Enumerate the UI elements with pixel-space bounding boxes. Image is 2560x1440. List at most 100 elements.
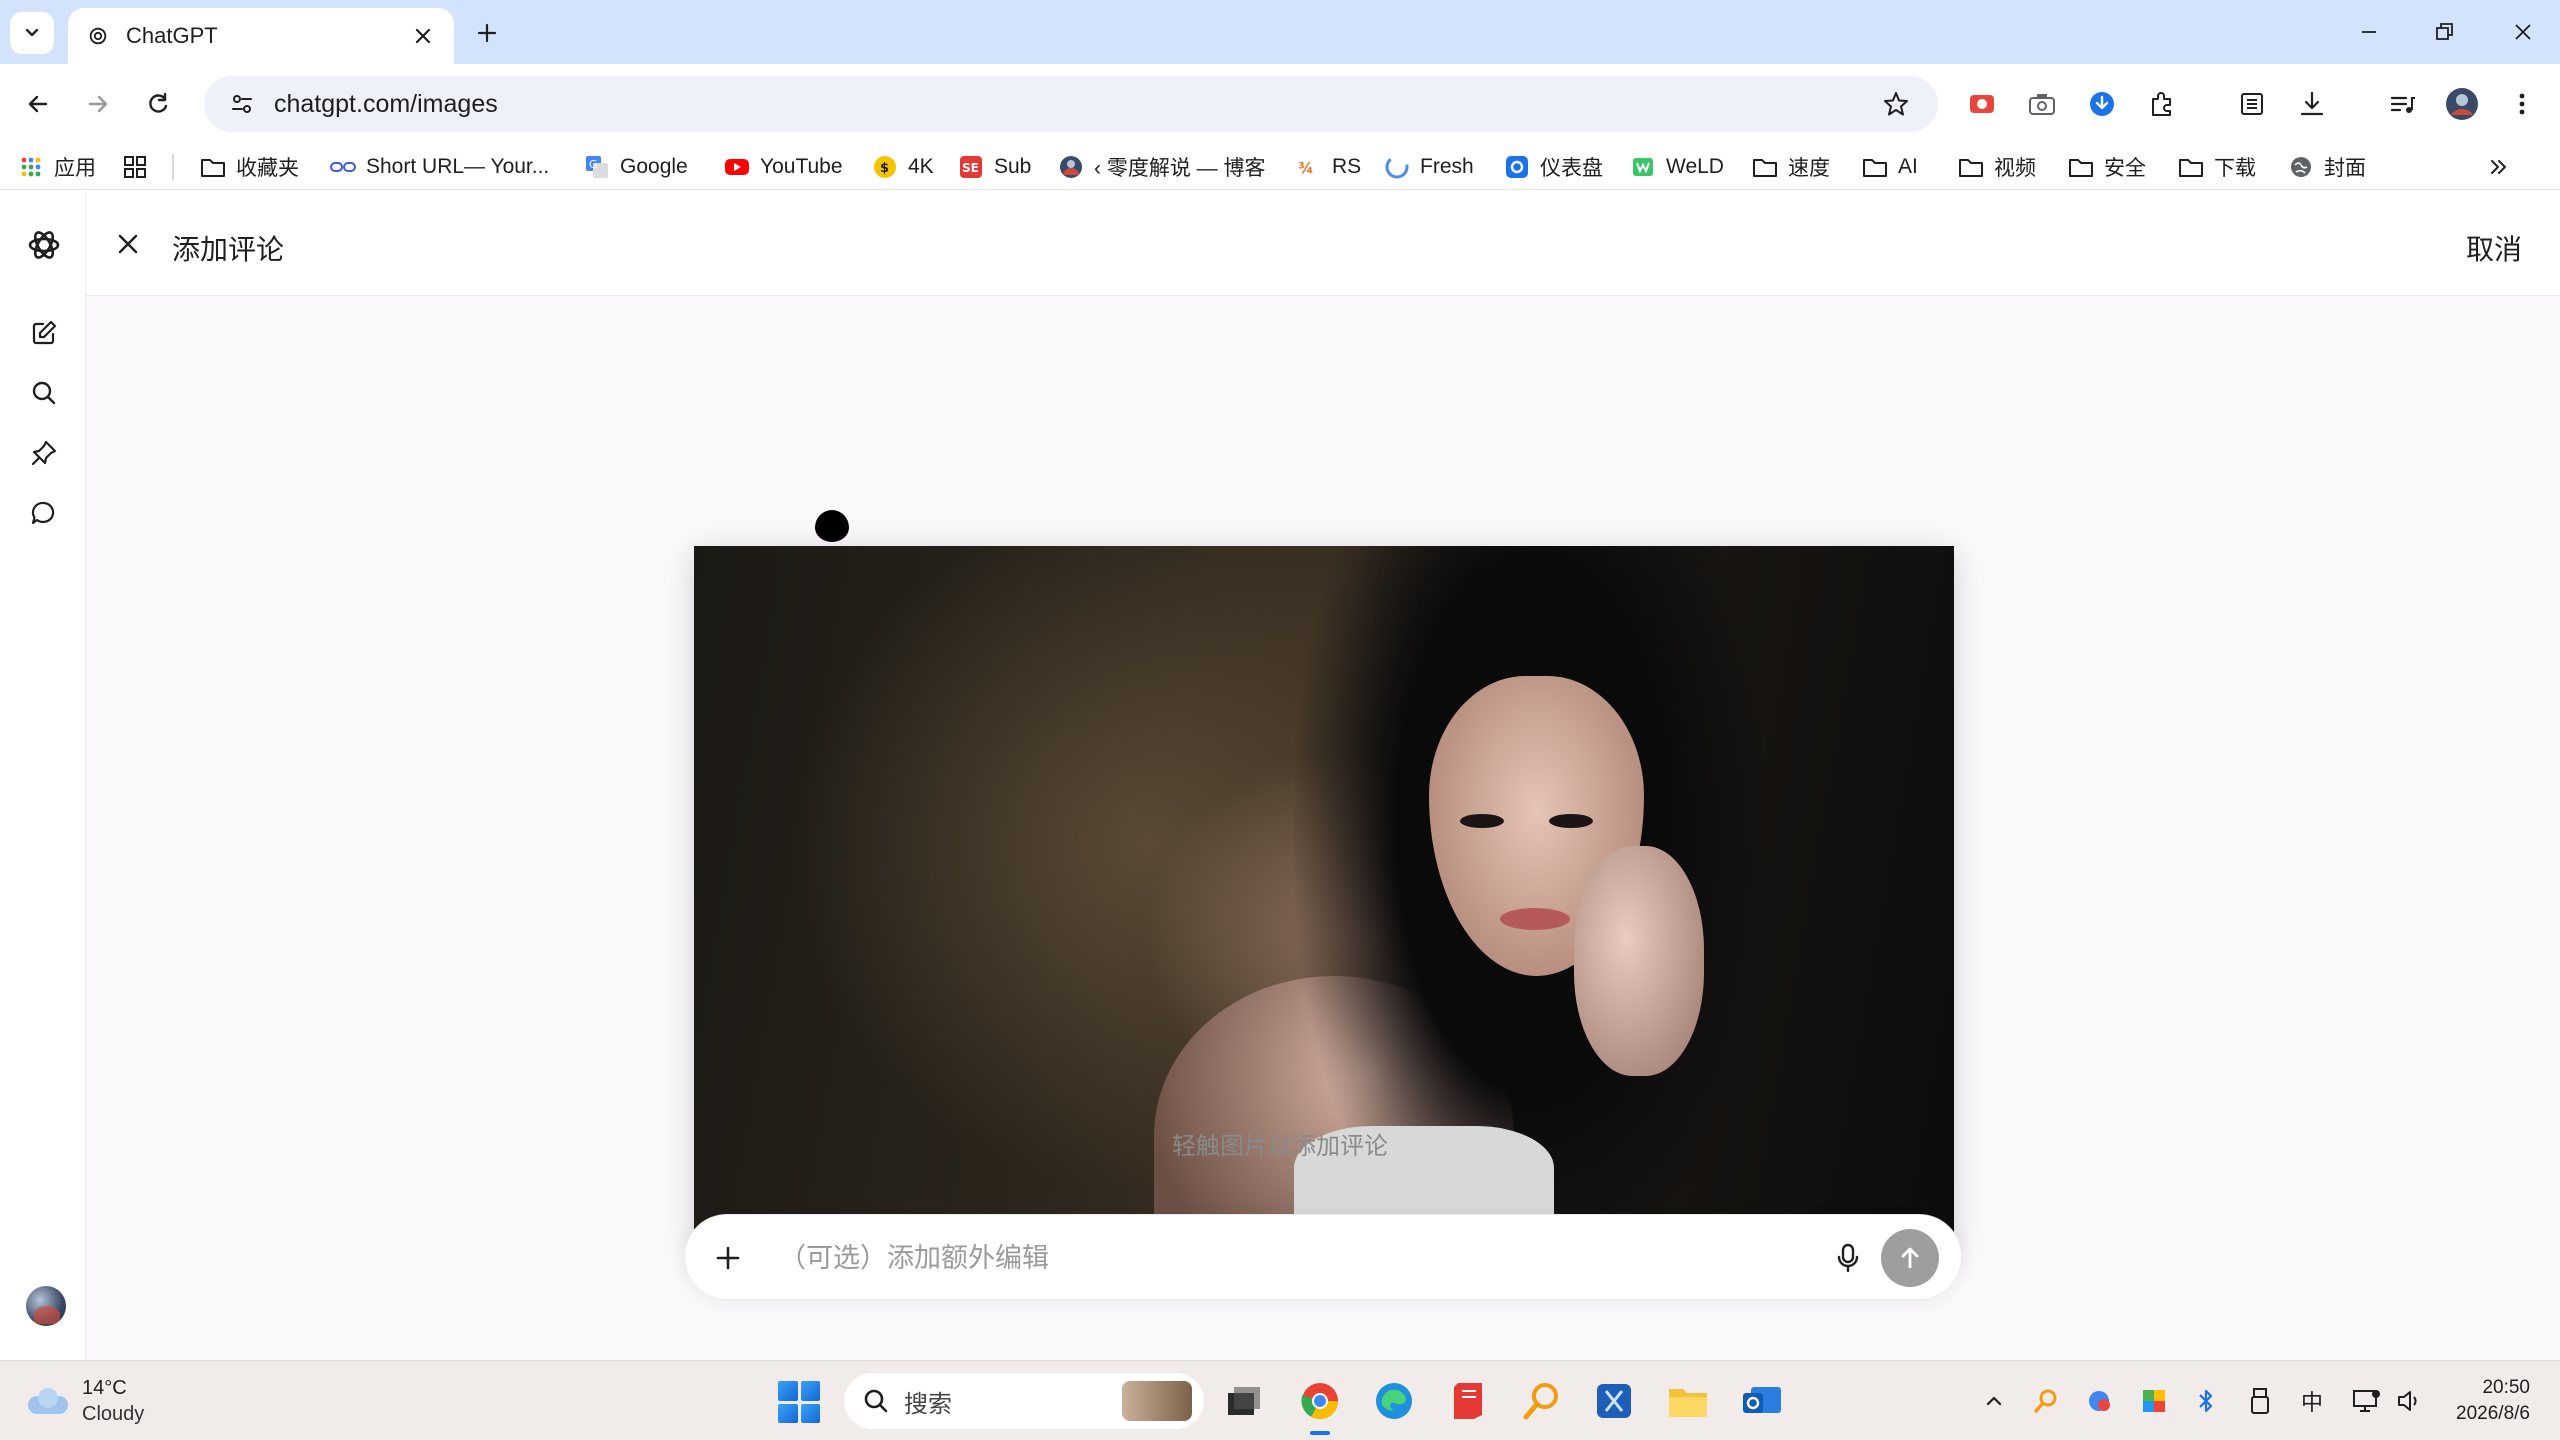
arrow-left-icon — [28, 95, 48, 113]
tray-record-app[interactable] — [2084, 1385, 2116, 1417]
chrome-app[interactable] — [1296, 1377, 1344, 1435]
sidebar — [0, 190, 86, 1360]
bookmark-sub[interactable]: SE Sub — [958, 150, 1031, 184]
download-extension-icon[interactable] — [2082, 84, 2122, 124]
tab-close-icon[interactable] — [408, 21, 438, 51]
search-icon — [864, 1389, 888, 1413]
bookmark-folder-speed[interactable]: 速度 — [1752, 150, 1830, 184]
bluetooth-icon — [2199, 1389, 2213, 1413]
bookmark-rs[interactable]: ¾ RS — [1296, 150, 1361, 184]
extensions-puzzle-icon[interactable] — [2142, 84, 2182, 124]
start-button[interactable] — [778, 1381, 820, 1423]
bookmark-folder-security[interactable]: 安全 — [2068, 150, 2146, 184]
network-button[interactable] — [2350, 1385, 2382, 1417]
bookmark-star-icon[interactable] — [1876, 84, 1916, 124]
bookmark-apps[interactable]: 应用 — [18, 150, 96, 184]
folder-icon — [2068, 154, 2094, 180]
bookmark-youtube[interactable]: YouTube — [724, 150, 843, 184]
usb-device-button[interactable] — [2244, 1385, 2276, 1417]
show-hidden-icons-button[interactable] — [1978, 1385, 2010, 1417]
bookmark-tab-groups[interactable] — [122, 150, 158, 184]
snipping-app[interactable] — [1590, 1377, 1638, 1425]
bookmark-weld[interactable]: WeLD — [1630, 150, 1724, 184]
bluetooth-button[interactable] — [2190, 1385, 2222, 1417]
browser-tab-chatgpt[interactable]: ChatGPT — [68, 8, 454, 64]
site-settings-icon[interactable] — [222, 84, 262, 124]
chatgpt-logo-button[interactable] — [23, 224, 65, 266]
downloads-icon[interactable] — [2292, 84, 2332, 124]
chevron-double-right-icon — [2486, 154, 2512, 180]
bookmark-4k[interactable]: $ 4K — [872, 150, 934, 184]
weather-widget[interactable]: 14°C Cloudy — [24, 1375, 144, 1427]
browser-menu-icon[interactable] — [2502, 84, 2542, 124]
volume-button[interactable] — [2394, 1385, 2426, 1417]
bookmark-blog[interactable]: ‹ 零度解说 — 博客 — [1058, 150, 1266, 184]
taskbar-search[interactable]: 搜索 — [844, 1373, 1204, 1429]
search-chats-button[interactable] — [23, 372, 65, 414]
bookmark-label: AI — [1898, 155, 1918, 178]
bookmark-folder-downloads[interactable]: 下载 — [2178, 150, 2256, 184]
file-explorer-app[interactable] — [1664, 1377, 1712, 1425]
close-editor-button[interactable] — [108, 224, 148, 264]
mail-app[interactable] — [1738, 1377, 1786, 1425]
tab-search-button[interactable] — [10, 12, 54, 54]
4k-icon: $ — [872, 154, 898, 180]
chat-bubble-icon — [31, 501, 55, 525]
rs-icon: ¾ — [1296, 154, 1322, 180]
address-bar[interactable]: chatgpt.com/images — [204, 76, 1938, 132]
bookmark-folder-video[interactable]: 视频 — [1958, 150, 2036, 184]
restore-button[interactable] — [2422, 10, 2468, 54]
reload-icon — [149, 92, 168, 113]
new-tab-button[interactable] — [470, 16, 504, 50]
bookmarks-overflow-button[interactable] — [2486, 150, 2522, 184]
chatgpt-app: 添加评论 取消 轻触图片以添加评论 — [0, 190, 2560, 1360]
svg-text:SE: SE — [962, 161, 979, 175]
bookmark-dashboard[interactable]: 仪表盘 — [1504, 150, 1603, 184]
bookmark-fresh[interactable]: Fresh — [1384, 150, 1474, 184]
profile-avatar-icon[interactable] — [2442, 84, 2482, 124]
bookmark-cover[interactable]: 封面 — [2288, 150, 2366, 184]
task-view-app[interactable] — [1220, 1377, 1268, 1425]
reading-list-icon[interactable] — [2232, 84, 2272, 124]
chevron-up-icon — [1986, 1396, 2002, 1406]
search-tool-app[interactable] — [1518, 1377, 1566, 1425]
arrow-right-icon — [88, 95, 108, 113]
edit-prompt-input[interactable] — [779, 1235, 1679, 1281]
bookmark-folder-favorites[interactable]: 收藏夹 — [200, 150, 299, 184]
dictate-button[interactable] — [1827, 1237, 1869, 1279]
system-clock[interactable]: 20:50 2026/8/6 — [2456, 1375, 2530, 1427]
send-button[interactable] — [1881, 1229, 1939, 1287]
new-chat-button[interactable] — [23, 312, 65, 354]
forward-button[interactable] — [78, 84, 118, 124]
folder-icon — [1862, 154, 1888, 180]
magnifier-app-icon — [2034, 1389, 2057, 1413]
bookmark-label: Google — [620, 155, 688, 178]
url-text[interactable]: chatgpt.com/images — [274, 90, 1876, 119]
media-control-icon[interactable] — [2382, 84, 2422, 124]
back-button[interactable] — [18, 84, 58, 124]
user-avatar[interactable] — [26, 1286, 66, 1326]
bookmark-folder-ai[interactable]: AI — [1862, 150, 1918, 184]
camera-extension-icon[interactable] — [2022, 84, 2062, 124]
svg-text:$: $ — [880, 161, 889, 176]
bookmark-google[interactable]: G Google — [584, 150, 688, 184]
usb-drive-icon — [2251, 1388, 2269, 1414]
bookmark-label: 4K — [908, 155, 934, 178]
tray-search-tool[interactable] — [2030, 1385, 2062, 1417]
edge-app[interactable] — [1370, 1377, 1418, 1425]
pinned-button[interactable] — [23, 432, 65, 474]
folder-icon — [2178, 154, 2204, 180]
pin-icon — [31, 440, 57, 466]
close-window-button[interactable] — [2500, 10, 2546, 54]
bookmark-short-url[interactable]: Short URL— Your... — [330, 150, 549, 184]
input-method-indicator[interactable]: 中 — [2296, 1385, 2328, 1417]
chats-button[interactable] — [23, 492, 65, 534]
reload-button[interactable] — [138, 84, 178, 124]
tray-color-app[interactable] — [2138, 1385, 2170, 1417]
minimize-button[interactable] — [2346, 10, 2392, 54]
add-attachment-button[interactable] — [707, 1237, 749, 1279]
cancel-button[interactable]: 取消 — [2458, 224, 2530, 272]
pdf-app[interactable] — [1444, 1377, 1492, 1425]
bookmark-label: RS — [1332, 155, 1362, 178]
screen-record-extension-icon[interactable] — [1962, 84, 2002, 124]
